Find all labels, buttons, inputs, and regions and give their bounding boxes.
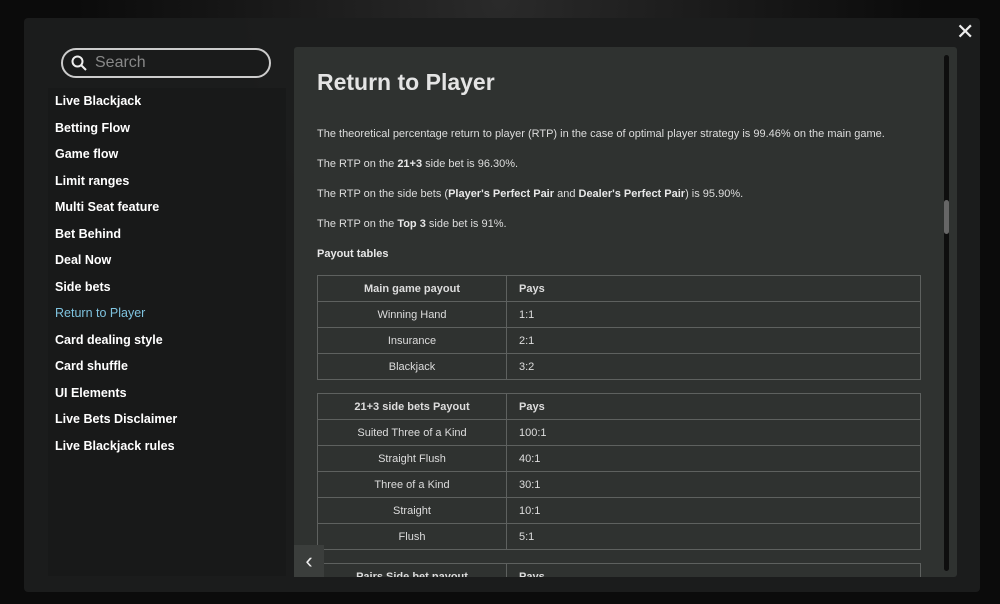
content-panel: Return to Player The theoretical percent… [294,47,957,577]
payout-heading: Payout tables [317,248,389,260]
payout-table: 21+3 side bets Payout Pays Suited Three of… [317,393,921,550]
sidebar-item-side-bets[interactable]: Side bets [48,274,286,301]
table-cell: Straight Flush [317,445,507,472]
table-cell: Flush [317,523,507,550]
page-title: Return to Player [317,69,495,95]
table-cell: 100:1 [506,419,921,446]
rtp-pairs: The RTP on the side bets (Player's Perfe… [317,188,744,200]
search-field[interactable] [61,48,271,78]
rtp-21-3: The RTP on the 21+3 side bet is 96.30%. [317,158,519,170]
sidebar-item-betting-flow[interactable]: Betting Flow [48,115,286,142]
table-row: Three of a Kind 30:1 [317,471,921,498]
sidebar-item-card-dealing-style[interactable]: Card dealing style [48,327,286,354]
column-header: Pays [506,393,921,420]
column-header: Pays [506,563,921,577]
table-cell: Blackjack [317,353,507,380]
search-icon [71,55,87,71]
table-row: Flush 5:1 [317,523,921,550]
column-header: Pairs Side bet payout [317,563,507,577]
table-row: Insurance 2:1 [317,327,921,354]
sidebar-item-live-blackjack-rules[interactable]: Live Blackjack rules [48,433,286,460]
table-row: Blackjack 3:2 [317,353,921,380]
sidebar-item-return-to-player[interactable]: Return to Player [48,300,286,327]
table-cell: Straight [317,497,507,524]
back-button[interactable]: ‹ [294,545,324,577]
column-header: 21+3 side bets Payout [317,393,507,420]
table-cell: Winning Hand [317,301,507,328]
sidebar-item-game-flow[interactable]: Game flow [48,141,286,168]
table-cell: 1:1 [506,301,921,328]
scrollbar-thumb[interactable] [944,200,949,234]
payout-table: Main game payout Pays Winning Hand 1:1 Insur… [317,275,921,380]
scrollbar[interactable] [944,55,949,571]
table-cell: Three of a Kind [317,471,507,498]
table-row: Straight 10:1 [317,497,921,524]
table-row: Winning Hand 1:1 [317,301,921,328]
table-row: Suited Three of a Kind 100:1 [317,419,921,446]
table-cell: 3:2 [506,353,921,380]
sidebar-item-live-bets-disclaimer[interactable]: Live Bets Disclaimer [48,406,286,433]
sidebar-item-multi-seat-feature[interactable]: Multi Seat feature [48,194,286,221]
sidebar-item-live-blackjack[interactable]: Live Blackjack [48,88,286,115]
search-input[interactable] [95,54,255,72]
sidebar-item-ui-elements[interactable]: UI Elements [48,380,286,407]
table-header: 21+3 side bets Payout Pays [317,393,921,420]
column-header: Main game payout [317,275,507,302]
sidebar-item-bet-behind[interactable]: Bet Behind [48,221,286,248]
rtp-main: The theoretical percentage return to pla… [317,128,885,140]
table-cell: 40:1 [506,445,921,472]
sidebar: Live Blackjack Betting Flow Game flow Limit… [48,88,286,576]
close-icon[interactable]: ✕ [956,21,974,43]
table-cell: 10:1 [506,497,921,524]
table-cell: Insurance [317,327,507,354]
column-header: Pays [506,275,921,302]
payout-table: Pairs Side bet payout Pays [317,563,921,577]
sidebar-item-limit-ranges[interactable]: Limit ranges [48,168,286,195]
rtp-top3: The RTP on the Top 3 side bet is 91%. [317,218,507,230]
table-cell: 5:1 [506,523,921,550]
table-header: Pairs Side bet payout Pays [317,563,921,577]
sidebar-item-card-shuffle[interactable]: Card shuffle [48,353,286,380]
table-row: Straight Flush 40:1 [317,445,921,472]
table-cell: 2:1 [506,327,921,354]
table-cell: Suited Three of a Kind [317,419,507,446]
table-cell: 30:1 [506,471,921,498]
table-header: Main game payout Pays [317,275,921,302]
sidebar-item-deal-now[interactable]: Deal Now [48,247,286,274]
